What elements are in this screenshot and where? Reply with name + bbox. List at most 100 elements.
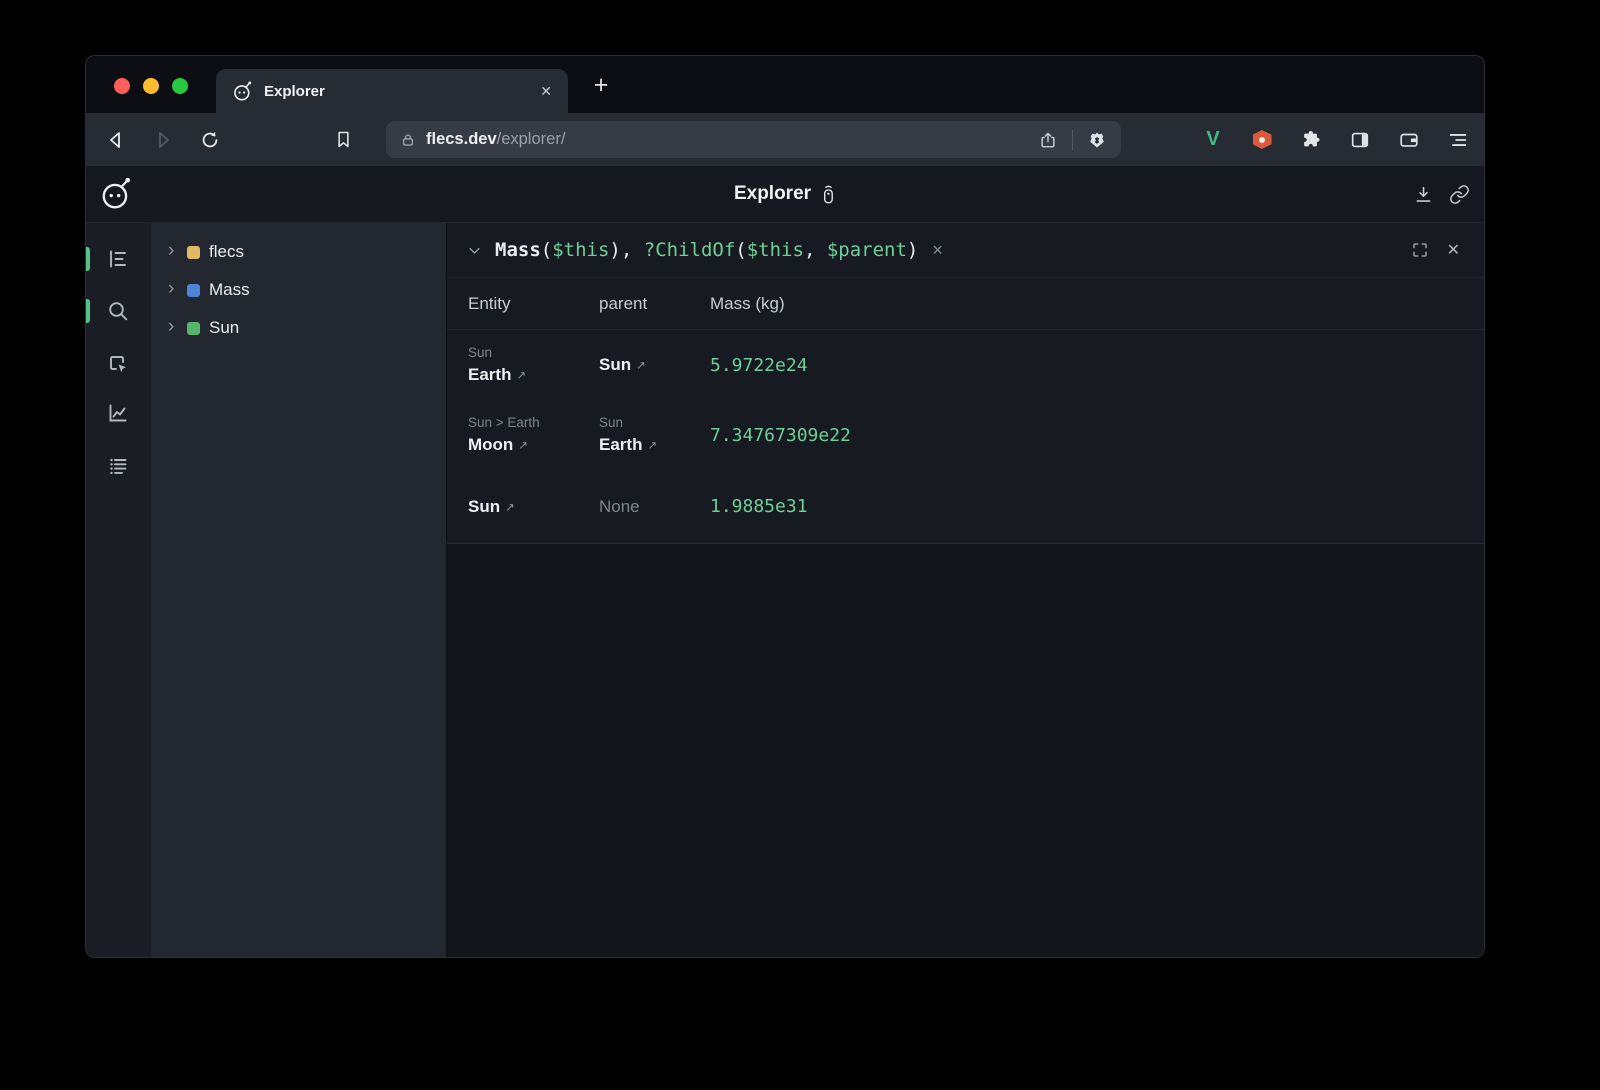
tab-explorer[interactable]: Explorer ✕ xyxy=(216,69,568,113)
clear-query-icon[interactable]: × xyxy=(932,240,943,261)
query-token: , xyxy=(804,239,827,261)
column-header-parent: parent xyxy=(599,294,647,314)
sidebar-toggle-icon[interactable] xyxy=(1348,128,1372,152)
table-row: Sun↗ None 1.9885e31 xyxy=(447,470,1484,543)
address-bar[interactable]: flecs.dev/explorer/ xyxy=(386,121,1121,158)
query-token: ) xyxy=(609,239,620,261)
query-token: $this xyxy=(747,239,804,261)
extensions-puzzle-icon[interactable] xyxy=(1299,128,1323,152)
mass-value: 7.34767309e22 xyxy=(710,425,851,446)
flecs-logo[interactable] xyxy=(99,177,133,211)
link-icon[interactable] xyxy=(1446,181,1472,207)
query-token: ( xyxy=(735,239,746,261)
query-token: ?ChildOf xyxy=(644,239,736,261)
tab-strip: Explorer ✕ + xyxy=(86,56,1484,113)
minimize-window-button[interactable] xyxy=(143,78,159,94)
query-token: , xyxy=(621,239,644,261)
column-header-entity: Entity xyxy=(468,294,511,314)
parent-path: Sun xyxy=(599,415,710,431)
entity-link[interactable]: Moon↗ xyxy=(468,434,599,455)
query-results-section: Mass($this), ?ChildOf($this, $parent) × … xyxy=(447,223,1484,544)
desktop: Explorer ✕ + xyxy=(0,0,1600,1090)
mass-value: 5.9722e24 xyxy=(710,355,808,376)
entity-color-swatch xyxy=(187,322,200,335)
brave-shields-icon[interactable] xyxy=(1087,130,1107,150)
browser-window: Explorer ✕ + xyxy=(85,55,1485,958)
query-panel: Mass($this), ?ChildOf($this, $parent) × … xyxy=(446,223,1484,957)
extensions-bar: V xyxy=(1201,113,1470,166)
query-header[interactable]: Mass($this), ?ChildOf($this, $parent) × … xyxy=(447,223,1484,278)
entity-tree-panel: › flecs › Mass › Sun xyxy=(151,223,446,957)
entity-path: Sun xyxy=(468,345,599,361)
vue-devtools-icon[interactable]: V xyxy=(1201,128,1225,152)
tab-close-icon[interactable]: ✕ xyxy=(540,83,552,100)
external-link-icon: ↗ xyxy=(636,360,646,372)
expand-icon[interactable] xyxy=(1411,241,1429,259)
tree-item-mass[interactable]: › Mass xyxy=(151,271,446,309)
query-token: ( xyxy=(541,239,552,261)
chevron-right-icon[interactable]: › xyxy=(168,317,182,336)
url-path: /explorer/ xyxy=(497,130,566,148)
entity-path: Sun > Earth xyxy=(468,415,599,431)
remote-connection-icon[interactable] xyxy=(821,184,836,205)
sidebar-item-chart[interactable] xyxy=(106,401,130,425)
page-title: Explorer xyxy=(734,183,811,205)
url-domain: flecs.dev xyxy=(426,130,497,148)
entity-link[interactable]: Earth↗ xyxy=(468,364,599,385)
browser-toolbar: flecs.dev/explorer/ xyxy=(86,113,1484,166)
app-header: Explorer xyxy=(86,166,1484,223)
entity-link[interactable]: Sun↗ xyxy=(468,496,599,517)
sidebar-item-log[interactable] xyxy=(106,454,130,478)
chevron-right-icon[interactable]: › xyxy=(168,279,182,298)
query-panel-empty-area xyxy=(447,544,1484,957)
zoom-window-button[interactable] xyxy=(172,78,188,94)
query-expression[interactable]: Mass($this), ?ChildOf($this, $parent) xyxy=(495,239,918,261)
entity-color-swatch xyxy=(187,246,200,259)
tree-item-label: Mass xyxy=(209,280,250,300)
mass-value: 1.9885e31 xyxy=(710,496,808,517)
lock-icon xyxy=(400,132,416,148)
tree-item-flecs[interactable]: › flecs xyxy=(151,233,446,271)
query-token: $parent xyxy=(827,239,907,261)
external-link-icon: ↗ xyxy=(647,440,657,452)
close-icon[interactable]: ✕ xyxy=(1447,240,1460,260)
tree-item-label: Sun xyxy=(209,318,239,338)
external-link-icon: ↗ xyxy=(505,502,515,514)
window-controls xyxy=(114,78,188,94)
share-icon[interactable] xyxy=(1038,130,1058,150)
table-row: Sun Earth↗ Sun↗ 5.9722e24 xyxy=(447,330,1484,400)
close-window-button[interactable] xyxy=(114,78,130,94)
sidebar-rail xyxy=(86,223,151,957)
table-row: Sun > Earth Moon↗ Sun Earth↗ 7.34767309e… xyxy=(447,400,1484,470)
external-link-icon: ↗ xyxy=(516,370,526,382)
chevron-down-icon[interactable] xyxy=(467,242,483,258)
extension-hexagon-icon[interactable] xyxy=(1250,128,1274,152)
url-text: flecs.dev/explorer/ xyxy=(426,130,565,149)
table-header: Entity parent Mass (kg) xyxy=(447,278,1484,330)
column-header-mass: Mass (kg) xyxy=(710,294,785,314)
entity-color-swatch xyxy=(187,284,200,297)
sidebar-item-hierarchy[interactable] xyxy=(106,247,130,271)
flecs-favicon-icon xyxy=(232,81,253,102)
parent-link[interactable]: Earth↗ xyxy=(599,434,710,455)
parent-none: None xyxy=(599,497,710,517)
sidebar-item-inspect[interactable] xyxy=(106,352,130,376)
wallet-icon[interactable] xyxy=(1397,128,1421,152)
query-token: ) xyxy=(907,239,918,261)
active-indicator xyxy=(86,247,90,271)
tree-item-sun[interactable]: › Sun xyxy=(151,309,446,347)
bookmark-icon[interactable] xyxy=(329,126,357,154)
sidebar-item-search[interactable] xyxy=(106,299,130,323)
menu-icon[interactable] xyxy=(1446,128,1470,152)
query-token: $this xyxy=(552,239,609,261)
forward-button[interactable] xyxy=(149,126,177,154)
parent-link[interactable]: Sun↗ xyxy=(599,354,710,375)
external-link-icon: ↗ xyxy=(518,440,528,452)
query-token: Mass xyxy=(495,239,541,261)
reload-button[interactable] xyxy=(196,126,224,154)
back-button[interactable] xyxy=(102,126,130,154)
new-tab-button[interactable]: + xyxy=(584,68,618,102)
page-title-group: Explorer xyxy=(734,183,836,205)
download-icon[interactable] xyxy=(1410,181,1436,207)
chevron-right-icon[interactable]: › xyxy=(168,241,182,260)
